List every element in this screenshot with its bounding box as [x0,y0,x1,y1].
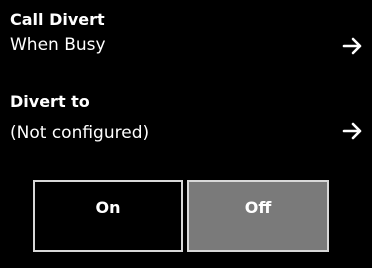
screen: Call Divert When Busy Divert to (Not con… [0,0,372,268]
off-button[interactable]: Off [187,180,329,252]
on-button[interactable]: On [33,180,183,252]
on-off-toggle: On Off [33,180,329,252]
right-arrow-icon[interactable] [342,122,364,140]
call-divert-value: When Busy [10,35,106,55]
divert-to-row[interactable]: Divert to (Not configured) [0,92,372,158]
call-divert-title: Call Divert [10,10,105,29]
divert-to-title: Divert to [10,92,90,111]
right-arrow-icon[interactable] [342,37,364,55]
divert-to-value: (Not configured) [10,123,150,143]
call-divert-row[interactable]: Call Divert When Busy [0,10,372,70]
